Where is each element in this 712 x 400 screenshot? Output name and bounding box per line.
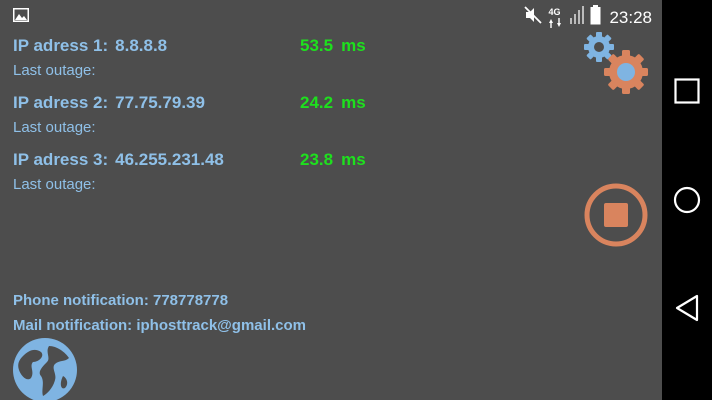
last-outage-1: Last outage: (13, 62, 96, 79)
host-row-3: IP adress 3: 46.255.231.48 (13, 150, 224, 170)
app-screen: 4G 23:28 IP adress 1: 8.8.8.8 53.5 ms La… (0, 0, 712, 400)
signal-icon (570, 6, 585, 29)
navigation-bar (662, 0, 712, 400)
host-address: 46.255.231.48 (115, 150, 224, 169)
gears-icon (584, 32, 648, 94)
phone-notification: Phone notification: 778778778 (13, 292, 229, 309)
host-latency-3: 23.8 ms (300, 150, 366, 170)
latency-value: 53.5 (300, 36, 334, 55)
latency-unit: ms (341, 36, 366, 55)
image-icon (13, 8, 29, 27)
home-button[interactable] (662, 175, 712, 225)
last-outage-3: Last outage: (13, 176, 96, 193)
globe-button[interactable] (11, 336, 79, 400)
host-label: IP adress 3: (13, 150, 109, 169)
battery-icon (590, 5, 601, 30)
host-row-1: IP adress 1: 8.8.8.8 (13, 36, 167, 56)
mail-notification: Mail notification: iphosttrack@gmail.com (13, 317, 306, 334)
status-time: 23:28 (609, 7, 652, 27)
latency-value: 24.2 (300, 93, 334, 112)
host-latency-1: 53.5 ms (300, 36, 366, 56)
status-icons: 4G 23:28 (524, 5, 652, 30)
latency-value: 23.8 (300, 150, 334, 169)
recents-button[interactable] (662, 66, 712, 116)
host-address: 8.8.8.8 (115, 36, 168, 55)
latency-unit: ms (341, 93, 366, 112)
settings-button[interactable] (582, 30, 652, 96)
host-row-2: IP adress 2: 77.75.79.39 (13, 93, 205, 113)
stop-button[interactable] (583, 182, 649, 248)
back-triangle-icon (675, 294, 699, 322)
home-circle-icon (673, 186, 701, 214)
host-address: 77.75.79.39 (115, 93, 205, 112)
host-label: IP adress 1: (13, 36, 109, 55)
mute-icon (524, 6, 543, 29)
globe-icon (13, 338, 77, 400)
network-4g-icon: 4G (548, 7, 564, 28)
recents-square-icon (674, 78, 700, 104)
last-outage-2: Last outage: (13, 119, 96, 136)
host-label: IP adress 2: (13, 93, 109, 112)
latency-unit: ms (341, 150, 366, 169)
status-bar: 4G 23:28 (0, 0, 662, 30)
stop-icon (584, 183, 648, 247)
back-button[interactable] (662, 283, 712, 333)
host-latency-2: 24.2 ms (300, 93, 366, 113)
